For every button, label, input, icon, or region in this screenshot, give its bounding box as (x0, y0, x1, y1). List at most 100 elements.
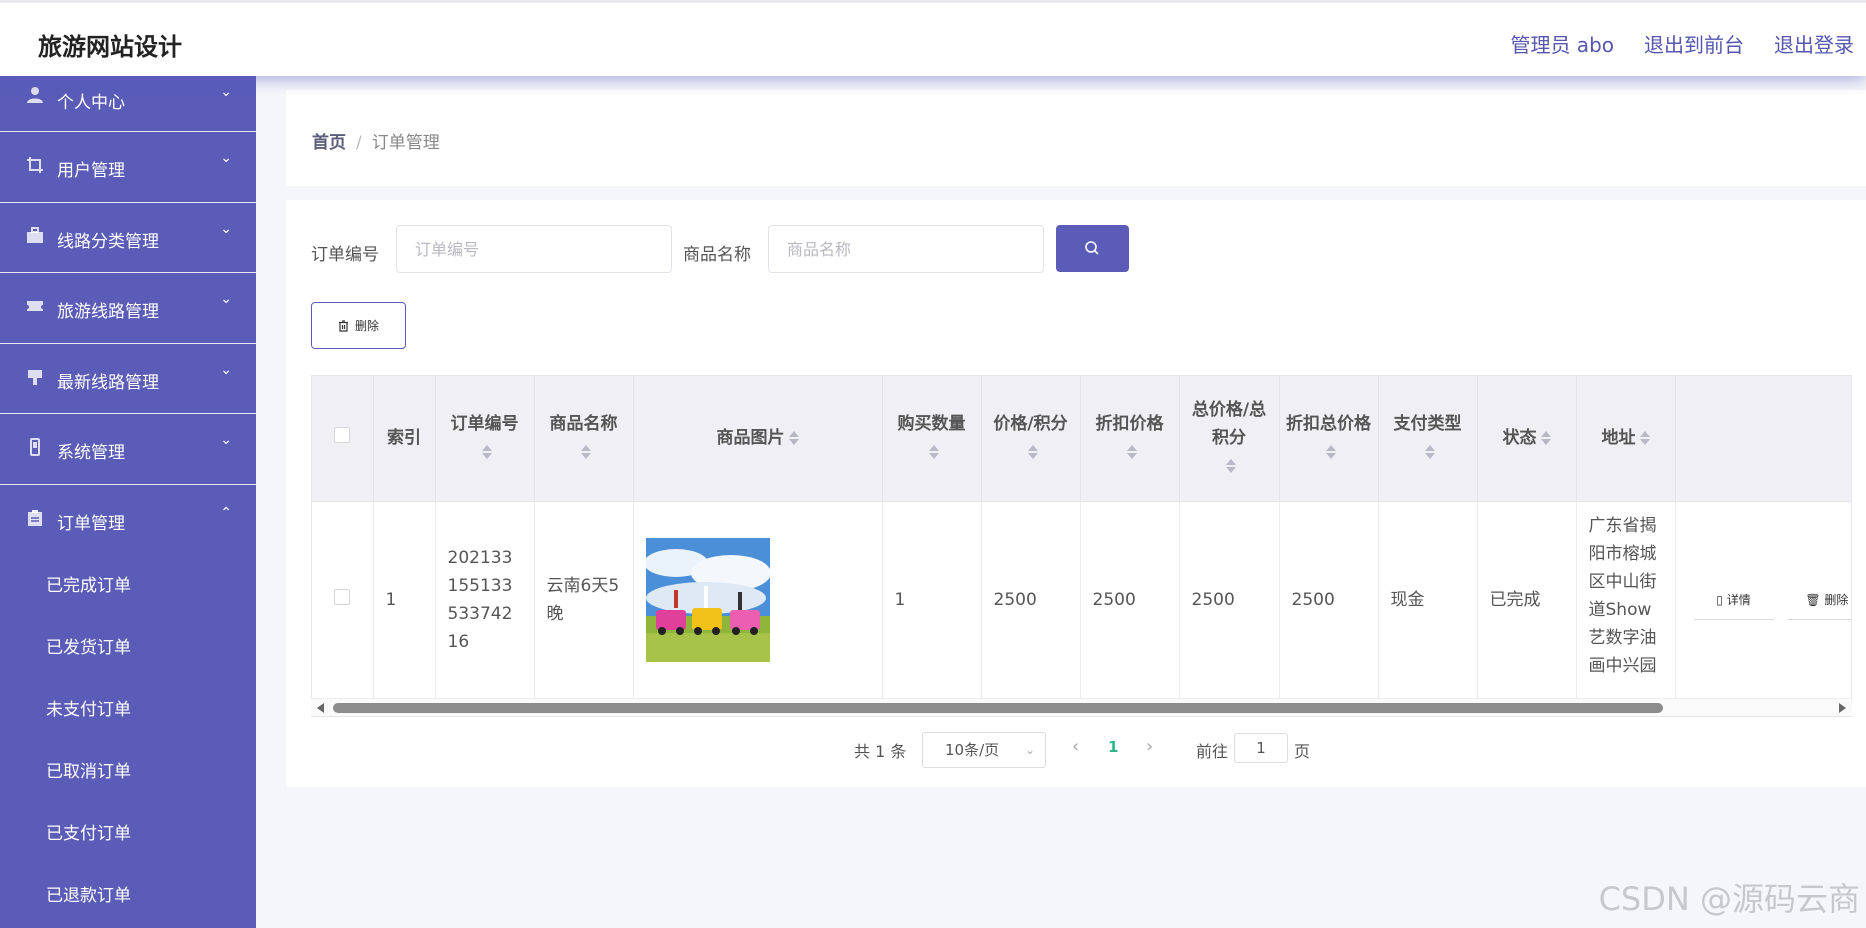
submenu-completed-orders[interactable]: 已完成订单 (0, 555, 256, 617)
col-total[interactable]: 总价格/总积分 (1179, 376, 1280, 502)
chevron-down-icon: ⌄ (220, 84, 232, 100)
col-product-image[interactable]: 商品图片 (633, 376, 883, 502)
sidebar-item-system[interactable]: 系统管理 ⌄ (0, 414, 256, 485)
sidebar-item-personal-center[interactable]: 个人中心 ⌄ (0, 76, 256, 132)
logout-link[interactable]: 退出登录 (1774, 29, 1854, 58)
col-status[interactable]: 状态 (1477, 376, 1577, 502)
submenu-cancelled-orders[interactable]: 已取消订单 (0, 741, 256, 803)
sort-icon[interactable] (1126, 443, 1137, 461)
submenu-paid-orders[interactable]: 已支付订单 (0, 803, 256, 865)
batch-delete-button[interactable]: 删除 (311, 302, 406, 349)
sort-icon[interactable] (481, 443, 492, 461)
next-page-icon[interactable]: › (1146, 736, 1153, 757)
trash-icon: 🗑 (1805, 593, 1825, 607)
select-all-cell (312, 376, 374, 502)
submenu-refunded-orders[interactable]: 已退款订单 (0, 865, 256, 927)
detail-button[interactable]: ▯ 详情 (1693, 580, 1774, 620)
page-suffix: 页 (1294, 742, 1311, 761)
trash-icon (338, 319, 348, 332)
sort-icon[interactable] (1325, 443, 1336, 461)
col-total-label: 总价格/总积分 (1191, 400, 1267, 449)
detail-label: 详情 (1726, 593, 1751, 607)
submenu-unpaid-orders[interactable]: 未支付订单 (0, 679, 256, 741)
scroll-left-arrow-icon[interactable] (317, 703, 324, 713)
sort-icon[interactable] (928, 443, 939, 461)
sidebar-item-travel-routes[interactable]: 旅游线路管理 ⌄ (0, 273, 256, 344)
cell-order-no: 20213315513353374216 (435, 501, 535, 700)
cell-discount-price: 2500 (1080, 501, 1180, 700)
product-photo (645, 538, 770, 662)
submenu-shipped-orders[interactable]: 已发货订单 (0, 617, 256, 679)
clipboard-icon (28, 509, 42, 526)
cell-index: 1 (373, 501, 436, 700)
sidebar-item-orders[interactable]: 订单管理 ⌃ (0, 485, 256, 556)
col-actions: 操作 (1675, 376, 1851, 502)
search-icon (1085, 241, 1099, 255)
pagination: 共 1 条 10条/页 ⌄ ‹ 1 › 前往 页 (286, 730, 1866, 770)
col-address[interactable]: 地址 (1576, 376, 1676, 502)
sidebar-item-label: 最新线路管理 (57, 372, 159, 393)
page-number-current[interactable]: 1 (1108, 738, 1118, 756)
sort-icon[interactable] (1027, 443, 1038, 461)
signpost-icon (28, 369, 42, 385)
chevron-up-icon: ⌃ (220, 504, 232, 521)
col-order-no[interactable]: 订单编号 (435, 376, 535, 502)
sidebar-item-label: 用户管理 (57, 161, 125, 181)
row-delete-button[interactable]: 🗑 删除 (1786, 580, 1851, 620)
sidebar-item-latest-routes[interactable]: 最新线路管理 ⌄ (0, 344, 256, 414)
sidebar-item-user-management[interactable]: 用户管理 ⌄ (0, 132, 256, 203)
prev-page-icon[interactable]: ‹ (1072, 736, 1079, 757)
scrollbar-thumb[interactable] (333, 703, 1663, 713)
header-links: 管理员 abo 退出到前台 退出登录 (1510, 29, 1854, 58)
order-no-input[interactable] (396, 225, 672, 273)
sort-icon[interactable] (1639, 429, 1650, 447)
col-pay-type[interactable]: 支付类型 (1378, 376, 1478, 502)
user-icon (27, 87, 43, 103)
col-discount-price-label: 折扣价格 (1095, 414, 1164, 435)
col-quantity-label: 购买数量 (897, 414, 966, 435)
sort-icon[interactable] (1540, 429, 1551, 447)
sort-icon[interactable] (1226, 457, 1236, 475)
row-checkbox[interactable] (334, 589, 351, 605)
order-no-label: 订单编号 (311, 245, 379, 265)
col-discount-price[interactable]: 折扣价格 (1080, 376, 1180, 502)
cell-price: 2500 (981, 501, 1081, 700)
col-index: 索引 (373, 376, 436, 502)
chevron-down-icon: ⌄ (1024, 743, 1035, 757)
horizontal-scrollbar[interactable] (311, 698, 1852, 716)
col-address-label: 地址 (1601, 428, 1636, 449)
breadcrumb-separator: / (356, 133, 362, 153)
chevron-down-icon: ⌄ (220, 291, 232, 307)
sort-icon[interactable] (788, 429, 799, 447)
admin-user-link[interactable]: 管理员 abo (1510, 29, 1614, 58)
col-index-label: 索引 (387, 428, 421, 449)
device-icon (30, 438, 40, 456)
cell-actions: ▯ 详情 🗑 删除 (1675, 501, 1851, 700)
col-price[interactable]: 价格/积分 (981, 376, 1081, 502)
search-button[interactable] (1056, 225, 1129, 272)
table-row: 1 20213315513353374216 云南6天5晚 1 2500 250… (312, 501, 1851, 700)
col-quantity[interactable]: 购买数量 (882, 376, 982, 502)
col-order-no-label: 订单编号 (450, 414, 519, 435)
col-discount-total[interactable]: 折扣总价格 (1279, 376, 1379, 502)
page-size-select[interactable]: 10条/页 ⌄ (922, 732, 1046, 768)
product-name-input[interactable] (768, 225, 1044, 273)
breadcrumb-home[interactable]: 首页 (312, 133, 346, 153)
sidebar-item-label: 旅游线路管理 (57, 302, 159, 322)
row-select-cell (312, 501, 374, 700)
sidebar-item-route-category[interactable]: 线路分类管理 ⌄ (0, 203, 256, 273)
sort-icon[interactable] (580, 443, 591, 461)
cell-discount-total: 2500 (1279, 501, 1379, 700)
goto-page-input[interactable] (1234, 733, 1288, 763)
exit-to-frontend-link[interactable]: 退出到前台 (1644, 29, 1744, 58)
sidebar-item-label: 线路分类管理 (57, 231, 159, 252)
select-all-checkbox[interactable] (334, 427, 351, 444)
orders-submenu: 已完成订单 已发货订单 未支付订单 已取消订单 已支付订单 已退款订单 (0, 555, 256, 927)
document-icon: ▯ (1716, 593, 1727, 607)
sort-icon[interactable] (1424, 443, 1435, 461)
watermark: CSDN @源码云商 (1598, 880, 1860, 918)
scroll-right-arrow-icon[interactable] (1839, 703, 1846, 713)
cell-quantity: 1 (882, 501, 982, 700)
col-product-name[interactable]: 商品名称 (534, 376, 634, 502)
cell-status: 已完成 (1477, 501, 1577, 700)
